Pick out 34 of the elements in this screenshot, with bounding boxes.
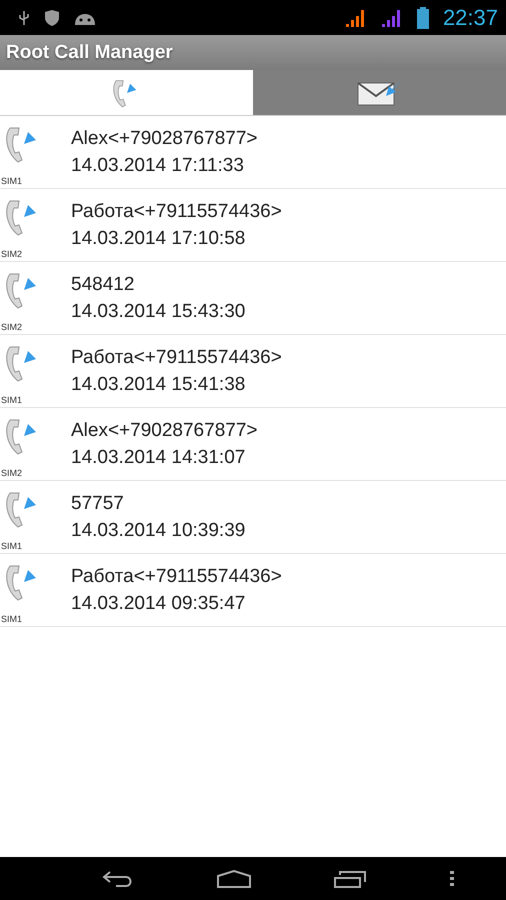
call-time: 14.03.2014 10:39:39	[71, 519, 246, 542]
recent-apps-icon[interactable]	[334, 870, 366, 888]
clock: 22:37	[442, 4, 498, 30]
contact-name[interactable]: Работа<+79115574436>	[71, 565, 282, 588]
sim-label: SIM1	[1, 395, 22, 405]
incoming-message-icon	[356, 78, 402, 108]
shield-icon	[44, 8, 60, 26]
sim-label: SIM2	[1, 322, 22, 332]
contact-name[interactable]: Работа<+79115574436>	[71, 346, 282, 369]
contact-name[interactable]: Alex<+79028767877>	[71, 127, 258, 150]
home-icon[interactable]	[216, 870, 250, 888]
contact-name[interactable]: 548412	[71, 273, 246, 296]
sim-label: SIM1	[1, 176, 22, 186]
back-icon[interactable]	[102, 870, 134, 888]
tab[interactable]	[253, 70, 506, 115]
app-title: Root Call Manager	[6, 42, 173, 64]
signal-icon	[344, 8, 367, 28]
signal-icon	[380, 8, 403, 28]
call-time: 14.03.2014 09:35:47	[71, 592, 246, 615]
contact-name[interactable]: 57757	[71, 492, 246, 515]
battery-icon	[416, 6, 429, 28]
call-time: 14.03.2014 14:31:07	[71, 446, 246, 469]
call-time: 14.03.2014 17:10:58	[71, 227, 246, 250]
contact-name[interactable]: Alex<+79028767877>	[71, 419, 258, 442]
sim-label: SIM1	[1, 614, 22, 624]
contact-name[interactable]: Работа<+79115574436>	[71, 200, 282, 223]
call-time: 14.03.2014 15:41:38	[71, 373, 246, 396]
menu-icon[interactable]	[448, 870, 454, 886]
call-time: 14.03.2014 15:43:30	[71, 300, 246, 323]
sim-label: SIM2	[1, 468, 22, 478]
sim-label: SIM2	[1, 249, 22, 259]
sim-label: SIM1	[1, 541, 22, 551]
call-time: 14.03.2014 17:11:33	[71, 154, 245, 177]
usb-icon	[18, 10, 30, 26]
